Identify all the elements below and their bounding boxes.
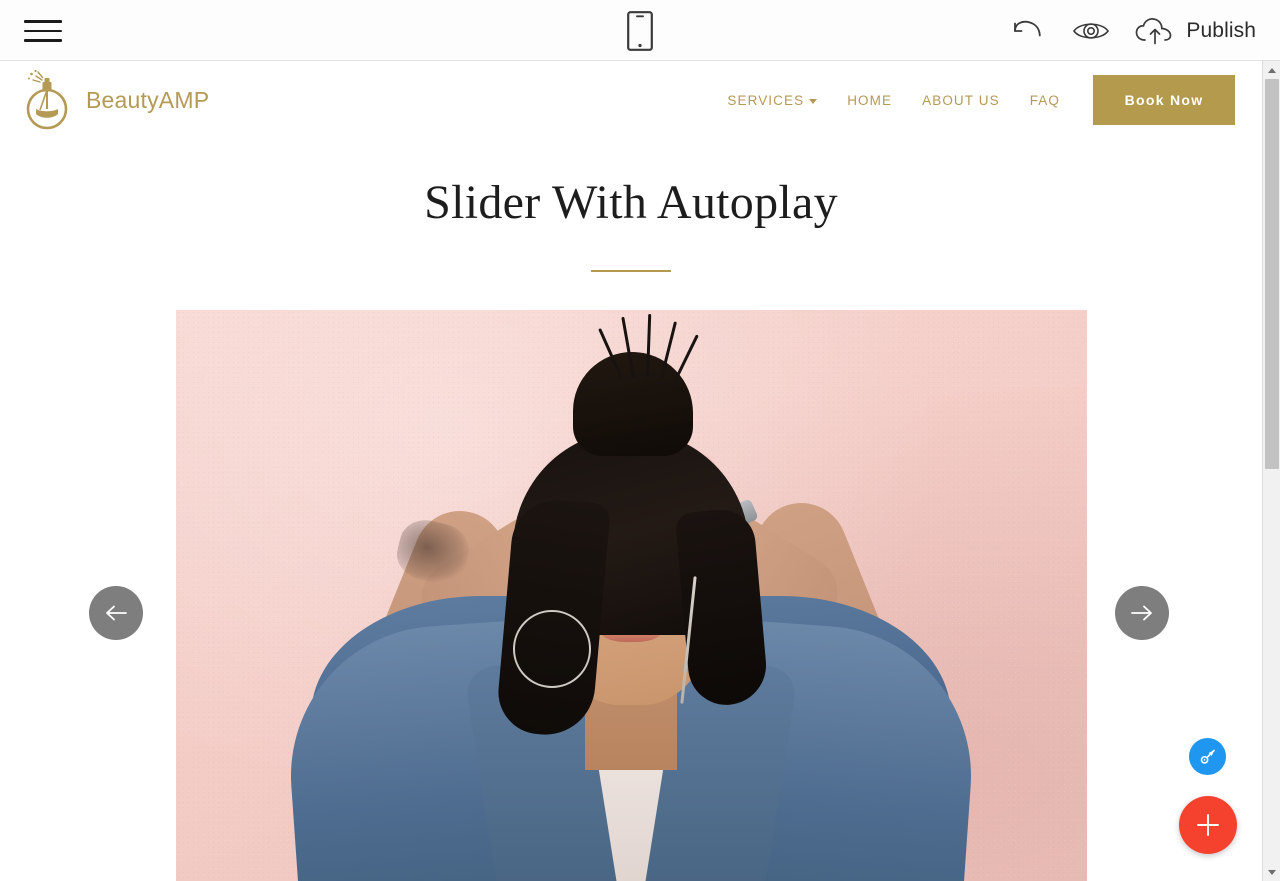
scroll-up-button[interactable]: [1263, 61, 1280, 79]
scroll-down-button[interactable]: [1263, 863, 1280, 881]
triangle-up-icon: [1268, 67, 1276, 73]
hamburger-menu-icon[interactable]: [24, 12, 62, 50]
hamburger-line: [24, 20, 62, 23]
paintbrush-icon: [1200, 749, 1215, 764]
mobile-device-icon[interactable]: [618, 9, 662, 53]
hamburger-line: [24, 29, 62, 33]
brand-logo[interactable]: BeautyAMP: [22, 67, 209, 133]
nav-item-services[interactable]: SERVICES: [712, 93, 832, 108]
mobile-device-glyph: [627, 11, 653, 51]
publish-label: Publish: [1186, 18, 1256, 42]
slide-photo-background: [175, 309, 1087, 881]
eye-preview-icon: [1073, 22, 1110, 39]
style-fab-button[interactable]: [1189, 738, 1226, 775]
nav-item-label: HOME: [847, 92, 893, 108]
slider-section: Slider With Autoplay: [0, 139, 1262, 881]
site-header: BeautyAMP SERVICES HOME ABOUT US FAQ Boo…: [0, 61, 1262, 139]
nav-item-label: FAQ: [1029, 92, 1060, 108]
site-preview-canvas: BeautyAMP SERVICES HOME ABOUT US FAQ Boo…: [0, 61, 1262, 881]
nav-item-about-us[interactable]: ABOUT US: [907, 93, 1015, 108]
book-now-button[interactable]: Book Now: [1093, 75, 1235, 125]
arrow-right-icon: [1131, 605, 1152, 621]
editor-toolbar: Publish: [0, 0, 1280, 61]
perfume-bottle-icon: [26, 69, 68, 130]
slide-image[interactable]: [175, 309, 1087, 881]
hamburger-line: [24, 39, 62, 42]
toolbar-actions: Publish: [1006, 0, 1260, 61]
chevron-down-icon: [809, 98, 818, 104]
triangle-down-icon: [1268, 869, 1276, 875]
nav-item-faq[interactable]: FAQ: [1015, 93, 1075, 108]
undo-button[interactable]: [1006, 10, 1048, 52]
nav-item-label: ABOUT US: [922, 92, 1000, 108]
cloud-upload-icon: [1136, 17, 1172, 44]
nav-item-label: SERVICES: [727, 92, 805, 108]
section-title: Slider With Autoplay: [424, 176, 838, 229]
title-divider: [591, 269, 671, 272]
scrollbar-thumb[interactable]: [1265, 79, 1279, 469]
nav-item-home[interactable]: HOME: [832, 93, 907, 108]
preview-button[interactable]: [1070, 10, 1112, 52]
publish-button[interactable]: Publish: [1134, 16, 1260, 46]
plus-icon: [1197, 814, 1219, 836]
arrow-left-icon: [106, 605, 127, 621]
undo-arrow-icon: [1014, 20, 1042, 36]
vertical-scrollbar[interactable]: [1262, 61, 1280, 881]
slider-prev-button[interactable]: [89, 585, 143, 640]
brand-name: BeautyAMP: [86, 86, 210, 113]
site-navigation: SERVICES HOME ABOUT US FAQ Book Now: [712, 61, 1235, 139]
slider-stage: [0, 309, 1262, 881]
model-hoop-earring: [513, 609, 591, 688]
slider-next-button[interactable]: [1115, 585, 1169, 640]
add-block-fab-button[interactable]: [1179, 796, 1237, 854]
